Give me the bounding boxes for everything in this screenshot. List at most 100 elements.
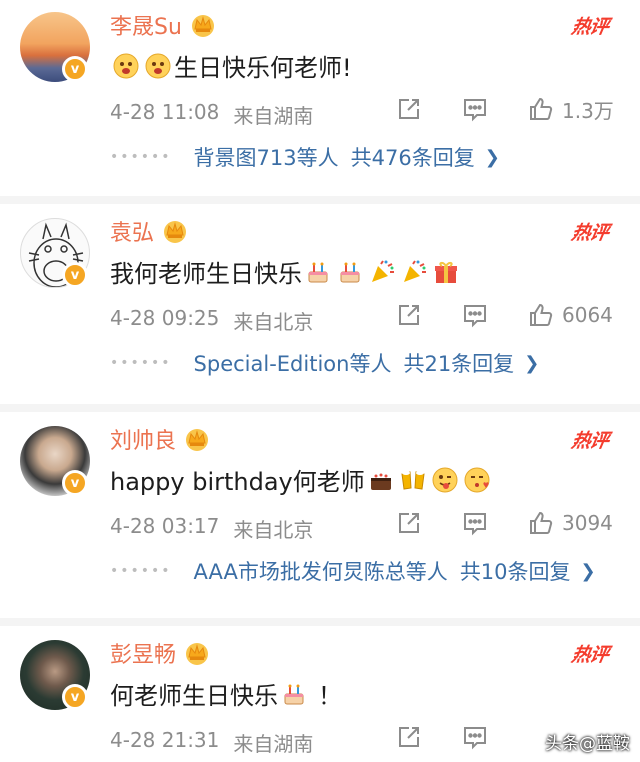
replies-link[interactable]: •••••• 背景图713等人 共476条回复 ❯ xyxy=(110,142,500,172)
share-icon xyxy=(399,305,419,325)
replies-count: 共476条回复 xyxy=(350,146,475,170)
tongue-emoji xyxy=(432,467,458,492)
comment-meta: 4-28 09:25 来自北京 xyxy=(110,306,313,335)
hot-comment-badge: 热评 xyxy=(569,16,610,38)
replies-count: 共21条回复 xyxy=(403,352,515,376)
chevron-right-icon: ❯ xyxy=(524,352,540,374)
share-icon xyxy=(399,727,419,747)
comment-item: v 刘帅良 热评 happy birthday何老师 4-28 03:17 来自… xyxy=(0,414,640,618)
thumbs-up-icon xyxy=(530,97,553,120)
name-row: 李晟Su xyxy=(110,8,216,42)
comment-button[interactable] xyxy=(462,94,488,124)
share-button[interactable] xyxy=(396,508,422,538)
dots-decoration: •••••• xyxy=(110,149,172,165)
cake-emoji xyxy=(370,473,391,490)
divider xyxy=(0,618,640,626)
comment-button[interactable] xyxy=(462,508,488,538)
crown-icon xyxy=(186,643,209,665)
cake-emoji xyxy=(340,262,360,282)
comment-date: 4-28 11:08 xyxy=(110,100,220,124)
replies-count: 共10条回复 xyxy=(459,560,571,584)
comment-meta: 4-28 03:17 来自北京 xyxy=(110,514,313,543)
chevron-right-icon: ❯ xyxy=(484,146,500,168)
comment-source: 来自北京 xyxy=(233,310,314,334)
replies-link[interactable]: •••••• AAA市场批发何炅陈总等人 共10条回复 ❯ xyxy=(110,556,596,586)
share-button[interactable] xyxy=(396,722,422,752)
chevron-right-icon: ❯ xyxy=(580,560,596,582)
comment-source: 来自北京 xyxy=(233,518,314,542)
username[interactable]: 袁弘 xyxy=(110,215,154,247)
comment-icon xyxy=(464,305,486,328)
name-row: 刘帅良 xyxy=(110,422,210,456)
divider xyxy=(0,196,640,204)
like-count: 6064 xyxy=(562,303,613,327)
watermark: 头条@蓝鞍 xyxy=(545,734,630,754)
dots-decoration: •••••• xyxy=(110,355,172,371)
share-icon xyxy=(399,99,419,119)
crown-icon xyxy=(164,221,187,243)
comment-item: v 李晟Su 热评 生日快乐何老师! 4-28 11:08 来自湖南 1.3万 … xyxy=(0,0,640,196)
party-emoji xyxy=(404,259,426,282)
comment-body: 生日快乐何老师! xyxy=(174,54,352,82)
comment-item: v 袁弘 热评 我何老师生日快乐 4-28 09:25 来自北京 6064 ••… xyxy=(0,206,640,404)
like-button[interactable]: 1.3万 xyxy=(528,94,614,124)
hot-comment-badge: 热评 xyxy=(569,222,610,244)
comment-icon xyxy=(464,513,486,536)
verified-badge-icon: v xyxy=(62,56,88,82)
comment-button[interactable] xyxy=(462,722,488,752)
crown-icon xyxy=(186,429,209,451)
like-count: 1.3万 xyxy=(562,98,614,123)
name-row: 彭昱畅 xyxy=(110,636,210,670)
thumbs-up-icon xyxy=(530,303,553,326)
comment-date: 4-28 03:17 xyxy=(110,514,220,538)
comment-body: happy birthday何老师 xyxy=(110,468,365,496)
like-button[interactable]: 6064 xyxy=(528,300,613,330)
comment-button[interactable] xyxy=(462,300,488,330)
username[interactable]: 彭昱畅 xyxy=(110,637,176,669)
crown-icon xyxy=(191,15,214,37)
dots-decoration: •••••• xyxy=(110,563,172,579)
kiss-emoji xyxy=(464,467,490,492)
comment-meta: 4-28 11:08 来自湖南 xyxy=(110,100,313,129)
comment-date: 4-28 21:31 xyxy=(110,728,220,752)
username[interactable]: 刘帅良 xyxy=(110,423,176,455)
share-icon xyxy=(399,513,419,533)
like-button[interactable]: 3094 xyxy=(528,508,613,538)
verified-badge-icon: v xyxy=(62,470,88,496)
verified-badge-icon: v xyxy=(62,262,88,288)
face-emoji xyxy=(113,53,139,78)
replies-users: AAA市场批发何炅陈总等人 xyxy=(193,560,448,584)
comment-date: 4-28 09:25 xyxy=(110,306,220,330)
comment-body: 何老师生日快乐 xyxy=(110,682,278,710)
name-row: 袁弘 xyxy=(110,214,188,248)
replies-users: Special-Edition等人 xyxy=(193,352,392,376)
hot-comment-badge: 热评 xyxy=(569,430,610,452)
replies-link[interactable]: •••••• Special-Edition等人 共21条回复 ❯ xyxy=(110,348,539,378)
cake-emoji xyxy=(308,262,328,282)
comment-text: happy birthday何老师 xyxy=(110,462,493,497)
face-emoji xyxy=(145,53,171,78)
gift-emoji xyxy=(435,261,457,283)
comment-body: 我何老师生日快乐 xyxy=(110,260,302,288)
username[interactable]: 李晟Su xyxy=(110,9,182,41)
hot-comment-badge: 热评 xyxy=(569,644,610,666)
share-button[interactable] xyxy=(396,94,422,124)
comment-item: v 彭昱畅 热评 何老师生日快乐 ！ 4-28 21:31 来自湖南 xyxy=(0,628,640,762)
like-count: 3094 xyxy=(562,511,613,535)
share-button[interactable] xyxy=(396,300,422,330)
thumbs-up-icon xyxy=(530,511,553,534)
divider xyxy=(0,404,640,412)
cheers-emoji xyxy=(401,470,425,490)
party-emoji xyxy=(372,259,394,282)
comment-body-end: ！ xyxy=(318,682,342,710)
comment-source: 来自湖南 xyxy=(233,104,314,128)
comment-icon xyxy=(464,727,486,750)
comment-meta: 4-28 21:31 来自湖南 xyxy=(110,728,313,757)
comment-text: 我何老师生日快乐 xyxy=(110,254,462,289)
cake-emoji xyxy=(284,684,304,704)
comment-icon xyxy=(464,99,486,122)
comment-source: 来自湖南 xyxy=(233,732,314,756)
comment-text: 生日快乐何老师! xyxy=(110,48,352,83)
comment-text: 何老师生日快乐 ！ xyxy=(110,676,342,711)
verified-badge-icon: v xyxy=(62,684,88,710)
